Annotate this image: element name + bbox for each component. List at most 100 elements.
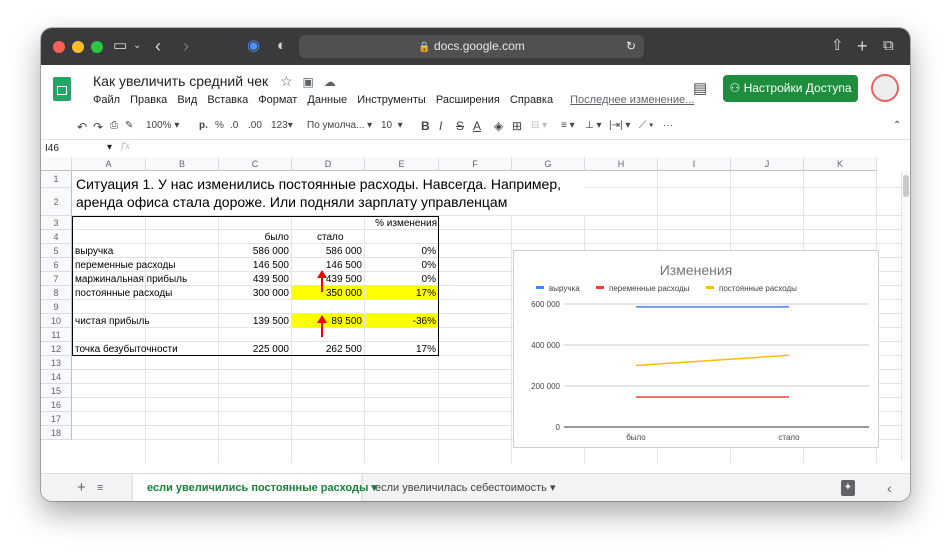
zoom-select[interactable]: 100% ▾ [146,120,179,131]
explore-icon[interactable]: ✦ [841,480,855,496]
row-header-10[interactable]: 10 [41,314,72,328]
column-header-a[interactable]: A [72,157,146,171]
table-row-label[interactable]: чистая прибыль [75,316,215,327]
increase-decimals-button[interactable]: .00 [248,120,262,131]
sidebar-icon[interactable]: ▭ [113,36,127,56]
column-header-c[interactable]: C [219,157,292,171]
name-box[interactable]: I46 [45,143,59,154]
row-header-3[interactable]: 3 [41,216,72,230]
table-cell-after[interactable]: 586 000 [292,246,362,257]
table-row-label[interactable]: переменные расходы [75,260,215,271]
decrease-decimals-button[interactable]: .0 [230,120,238,131]
tab-active-sheet[interactable]: если увеличились постоянные расходы ▾ [133,474,377,501]
star-icon[interactable]: ☆ [280,73,293,89]
row-header-9[interactable]: 9 [41,300,72,314]
row-header-8[interactable]: 8 [41,286,72,300]
scrollbar-thumb[interactable] [903,175,909,197]
table-cell-before[interactable]: 586 000 [219,246,289,257]
table-cell-before[interactable]: 139 500 [219,316,289,327]
column-header-d[interactable]: D [292,157,365,171]
header-pct-change[interactable]: % изменения [367,218,437,229]
back-icon[interactable]: ‹ [155,36,161,56]
currency-button[interactable]: р. [199,120,208,131]
table-cell-pct[interactable]: 0% [365,274,436,285]
table-cell-before[interactable]: 146 500 [219,260,289,271]
collapse-toolbar-icon[interactable]: ⌃ [893,120,901,131]
menu-data[interactable]: Данные [307,94,347,106]
column-header-g[interactable]: G [512,157,585,171]
table-cell-pct[interactable]: 17% [365,288,436,299]
align-left-icon[interactable]: ≡ ▾ [561,120,575,131]
row-header-4[interactable]: 4 [41,230,72,244]
row-header-18[interactable]: 18 [41,426,72,440]
minimize-window-button[interactable] [72,41,84,53]
vertical-align-icon[interactable]: ⊥ ▾ [585,120,602,131]
font-select[interactable]: По умолча... ▾ [307,120,372,131]
new-tab-icon[interactable]: + [857,36,868,56]
move-folder-icon[interactable]: ▣ [303,75,314,89]
chevron-down-icon[interactable]: ⌄ [133,36,141,56]
row-header-6[interactable]: 6 [41,258,72,272]
all-sheets-icon[interactable]: ≡ [97,474,103,501]
document-title-text[interactable]: Как увеличить средний чек [93,73,268,89]
last-edit-link[interactable]: Последнее изменение... [570,94,694,106]
row-header-11[interactable]: 11 [41,328,72,342]
text-wrap-icon[interactable]: |⇥| ▾ [609,120,630,131]
row-header-12[interactable]: 12 [41,342,72,356]
document-title[interactable]: Как увеличить средний чек ☆ ▣ ☁ [93,73,336,90]
print-icon[interactable]: ⎙ [110,120,118,131]
row-header-16[interactable]: 16 [41,398,72,412]
zoom-window-button[interactable] [91,41,103,53]
paint-format-icon[interactable]: ✎ [125,120,133,131]
borders-icon[interactable]: ⊞ [512,119,522,133]
menu-extensions[interactable]: Расширения [436,94,500,106]
column-header-j[interactable]: J [731,157,804,171]
column-header-k[interactable]: K [804,157,877,171]
comments-icon[interactable]: ▤ [693,79,707,97]
table-cell-pct[interactable]: 17% [365,344,436,355]
menu-view[interactable]: Вид [177,94,197,106]
table-cell-before[interactable]: 300 000 [219,288,289,299]
series-line[interactable] [635,354,790,367]
table-row-label[interactable]: маржинальная прибыль [75,274,215,285]
share-icon[interactable]: ⇧ [831,36,844,56]
menu-insert[interactable]: Вставка [207,94,248,106]
column-header-b[interactable]: B [146,157,219,171]
table-cell-pct[interactable]: -36% [365,316,436,327]
menu-file[interactable]: Файл [93,94,120,106]
row-header-14[interactable]: 14 [41,370,72,384]
redo-icon[interactable]: ↷ [93,120,103,134]
table-cell-before[interactable]: 225 000 [219,344,289,355]
table-cell-before[interactable]: 439 500 [219,274,289,285]
table-cell-pct[interactable]: 0% [365,260,436,271]
share-button[interactable]: ⚇ Настройки Доступа [723,75,858,102]
reload-icon[interactable]: ↻ [626,35,636,58]
row-header-1[interactable]: 1 [41,171,72,188]
text-rotation-icon[interactable]: ⟋ ▾ [639,120,654,131]
add-sheet-icon[interactable]: + [77,474,86,501]
forward-icon[interactable]: › [183,36,189,56]
table-row-label[interactable]: выручка [75,246,215,257]
menu-tools[interactable]: Инструменты [357,94,426,106]
menu-format[interactable]: Формат [258,94,297,106]
merge-cells-icon[interactable]: ⊟ ▾ [531,120,547,131]
text-color-button[interactable]: A [473,119,481,133]
header-before[interactable]: было [241,232,289,243]
row-header-2[interactable]: 2 [41,188,72,216]
row-header-13[interactable]: 13 [41,356,72,370]
spreadsheet-grid[interactable]: A B C D E F G H I J K 1 2 3 4 5 6 7 8 9 10 11 12 13 14 15 16 17 18 Си… [41,157,910,463]
strikethrough-button[interactable]: S [456,119,464,133]
table-row-label[interactable]: постоянные расходы [75,288,215,299]
menu-help[interactable]: Справка [510,94,553,106]
tabs-overview-icon[interactable]: ⧉ [883,36,894,56]
fill-color-icon[interactable]: ◈ [494,119,503,133]
row-header-5[interactable]: 5 [41,244,72,258]
table-cell-after[interactable]: 262 500 [292,344,362,355]
row-header-7[interactable]: 7 [41,272,72,286]
tab-second-sheet[interactable]: если увеличилась себестоимость ▾ [375,474,555,501]
undo-icon[interactable]: ↶ [77,120,87,134]
column-header-i[interactable]: I [658,157,731,171]
tab-icon[interactable]: ◐ [277,36,286,56]
italic-button[interactable]: I [439,119,442,133]
menu-edit[interactable]: Правка [130,94,167,106]
